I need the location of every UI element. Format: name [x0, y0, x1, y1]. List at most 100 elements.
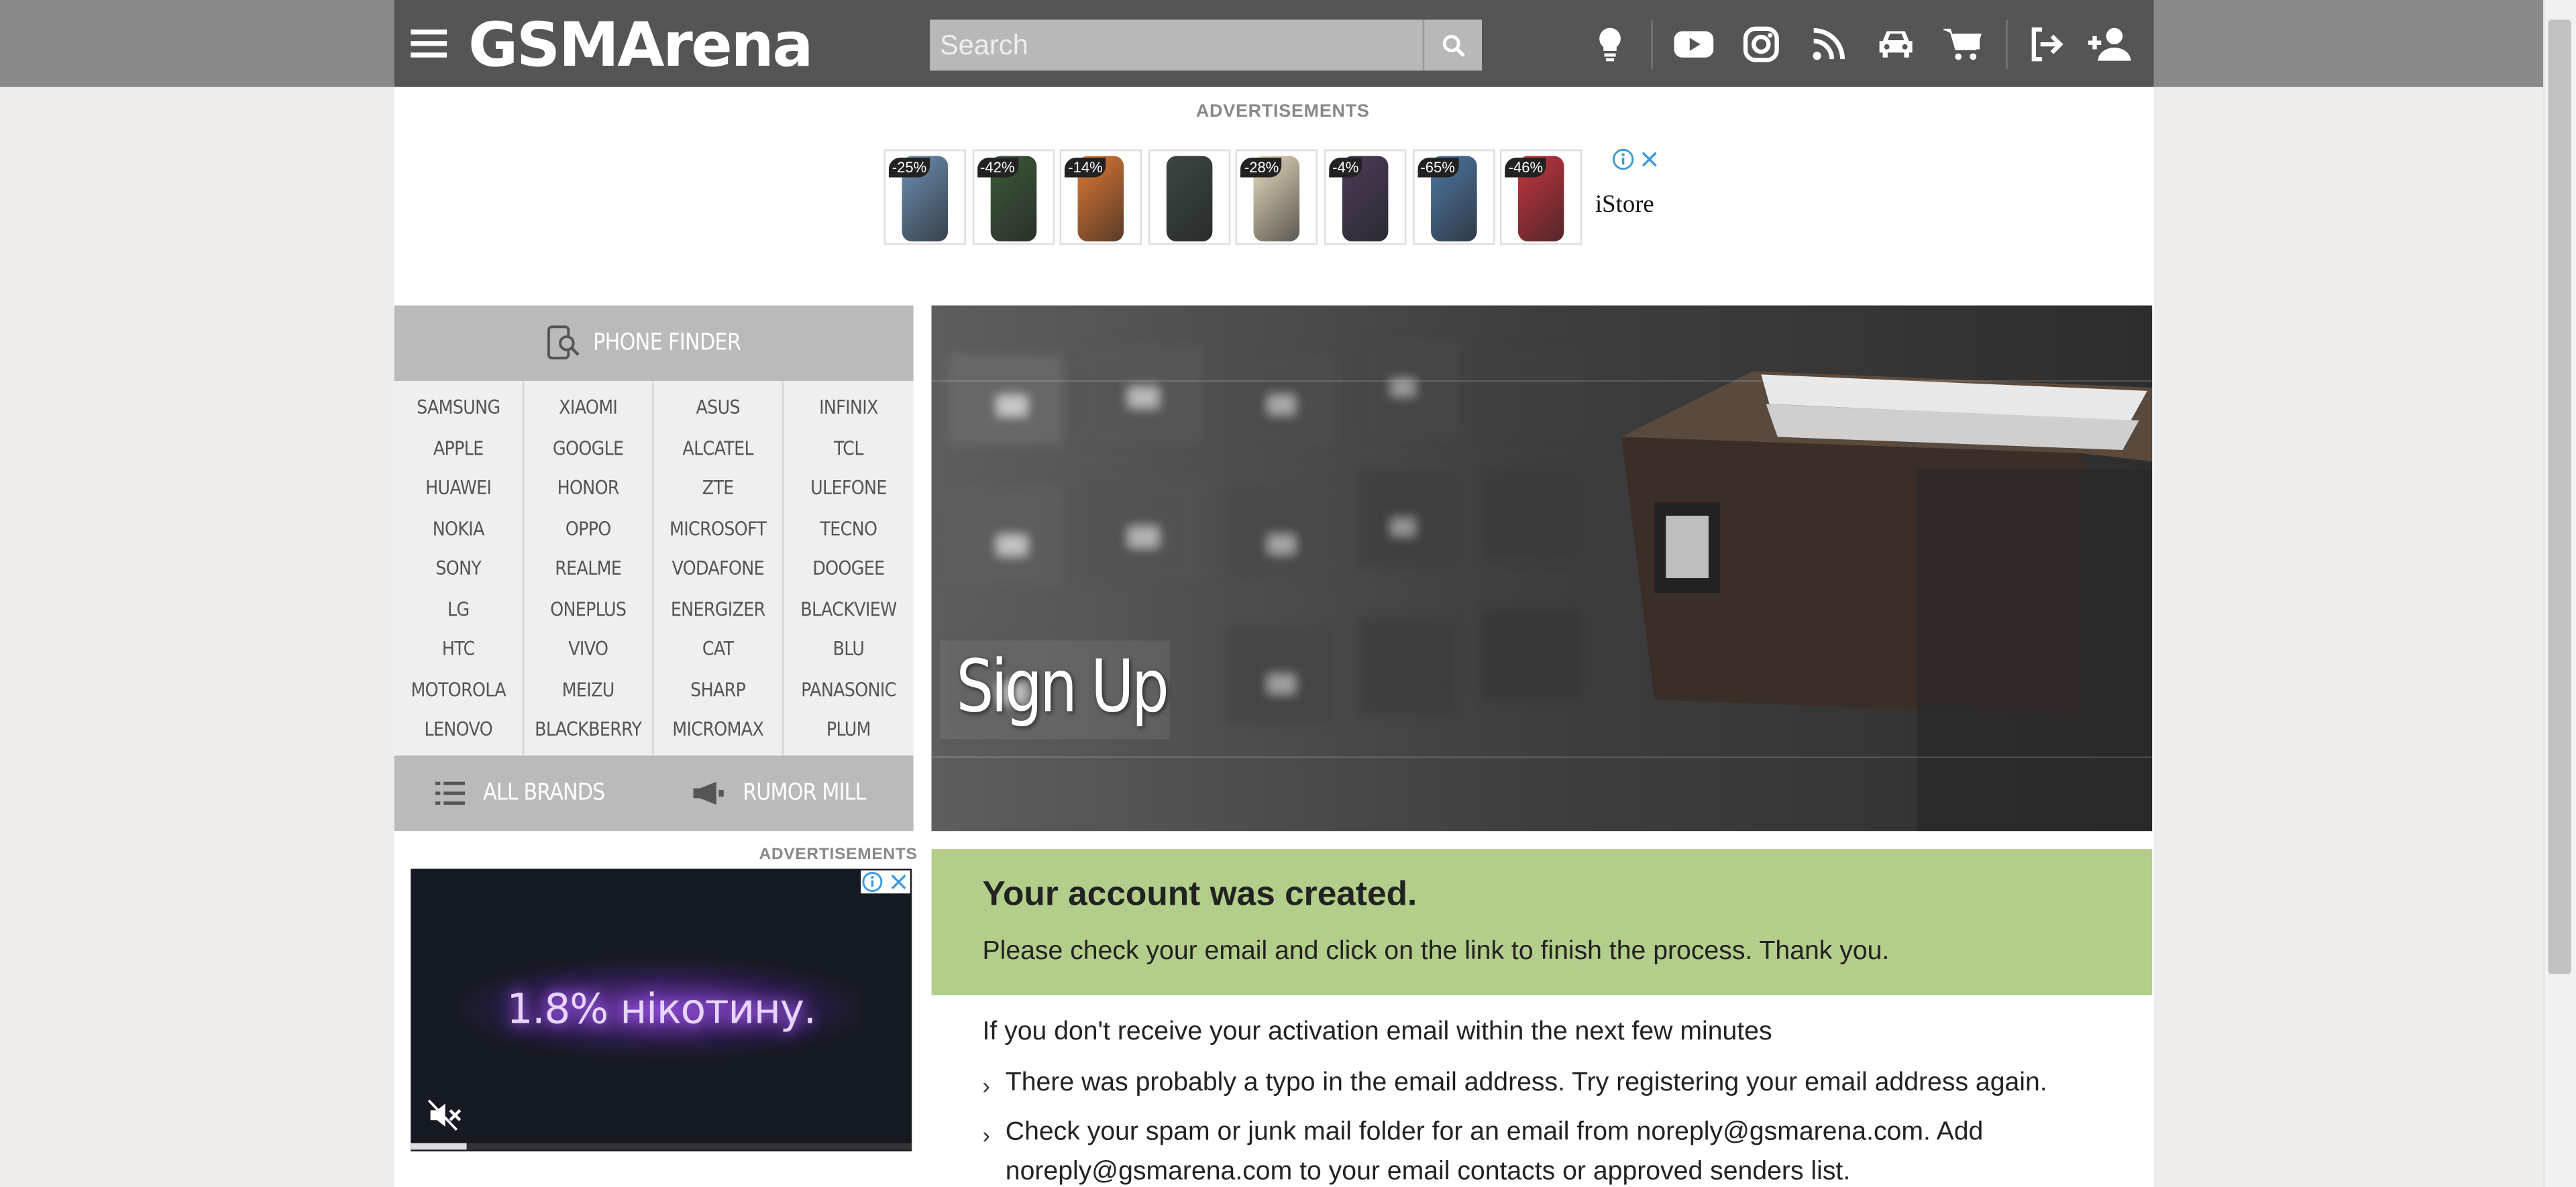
ad-label: ADVERTISEMENTS — [759, 846, 918, 864]
product-image — [1166, 156, 1212, 242]
info-panel: If you don't receive your activation ema… — [931, 995, 2153, 1187]
brand-link[interactable]: LENOVO — [400, 710, 516, 750]
discount-badge: -42% — [977, 158, 1018, 178]
brand-link[interactable]: VODAFONE — [660, 549, 775, 589]
rumor-mill-button[interactable]: RUMOR MILL — [654, 780, 914, 806]
ad-product[interactable]: -4% — [1324, 149, 1407, 245]
logo[interactable]: GSMArena — [468, 12, 822, 79]
brand-link[interactable]: BLACKVIEW — [790, 589, 907, 629]
brand-link[interactable]: PANASONIC — [790, 669, 907, 710]
page-title: Sign Up — [956, 645, 1169, 730]
info-bullet: Check your spam or junk mail folder for … — [1005, 1118, 1984, 1147]
ad-product[interactable] — [1148, 149, 1230, 245]
brand-link[interactable]: ZTE — [660, 468, 775, 508]
video-ad[interactable]: 1.8% нікотину. — [411, 868, 912, 1151]
ad-product[interactable]: -25% — [883, 149, 967, 245]
brand-link[interactable]: HUAWEI — [400, 468, 516, 508]
brand-link[interactable]: REALME — [531, 549, 646, 589]
rss-icon[interactable] — [1807, 23, 1850, 66]
discount-badge: -46% — [1505, 158, 1547, 178]
brand-link[interactable]: SONY — [400, 549, 516, 589]
chevron-right-icon: › — [982, 1121, 990, 1148]
divider — [1651, 19, 1653, 69]
ad-text: 1.8% нікотину. — [506, 985, 816, 1033]
video-progress-fill — [411, 1143, 467, 1150]
brand-link[interactable]: HONOR — [531, 468, 646, 508]
brand-list: SAMSUNG APPLE HUAWEI NOKIA SONY LG HTC MOTOROLA… — [394, 381, 914, 756]
info-intro: If you don't receive your activation ema… — [982, 1018, 1772, 1047]
youtube-icon[interactable] — [1672, 23, 1715, 66]
brand-link[interactable]: SAMSUNG — [400, 388, 516, 428]
sidebar-footer: ALL BRANDS RUMOR MILL — [394, 755, 914, 832]
megaphone-icon — [694, 781, 724, 805]
ad-brand[interactable]: iStore — [1595, 192, 1654, 221]
discount-badge: -4% — [1329, 158, 1362, 178]
brand-link[interactable]: OPPO — [531, 508, 646, 549]
rumor-mill-label: RUMOR MILL — [743, 780, 867, 807]
info-bullet: There was probably a typo in the email a… — [1005, 1069, 2047, 1097]
search-input[interactable] — [930, 19, 1423, 71]
brand-link[interactable]: ASUS — [660, 388, 775, 428]
ad-label: ADVERTISEMENTS — [1195, 101, 1370, 122]
add-user-icon[interactable] — [2086, 23, 2135, 66]
instagram-icon[interactable] — [1739, 23, 1782, 66]
brand-link[interactable]: BLU — [790, 629, 907, 669]
brand-link[interactable]: VIVO — [531, 629, 646, 669]
brand-link[interactable]: DOOGEE — [790, 549, 907, 589]
video-progress[interactable] — [411, 1143, 912, 1150]
login-icon[interactable] — [2026, 23, 2069, 66]
search-icon — [1442, 34, 1464, 56]
car-icon[interactable] — [1874, 23, 1917, 66]
brand-link[interactable]: MICROSOFT — [660, 508, 775, 549]
brand-link[interactable]: TECNO — [790, 508, 907, 549]
brand-link[interactable]: LG — [400, 589, 516, 629]
brand-link[interactable]: INFINIX — [790, 388, 907, 428]
chevron-right-icon: › — [982, 1072, 990, 1099]
brand-link[interactable]: ALCATEL — [660, 428, 775, 468]
brand-link[interactable]: HTC — [400, 629, 516, 669]
cart-icon[interactable] — [1942, 23, 1985, 66]
brand-link[interactable]: ONEPLUS — [531, 589, 646, 629]
mute-icon[interactable] — [427, 1098, 464, 1131]
ad-product[interactable]: -42% — [971, 149, 1055, 245]
all-brands-label: ALL BRANDS — [482, 780, 605, 807]
brand-link[interactable]: SHARP — [660, 669, 775, 710]
brand-link[interactable]: MEIZU — [531, 669, 646, 710]
ad-info-icon[interactable] — [1611, 148, 1658, 170]
discount-badge: -14% — [1065, 158, 1106, 178]
phone-finder-icon — [547, 325, 580, 359]
discount-badge: -65% — [1417, 158, 1458, 178]
brand-link[interactable]: ULEFONE — [790, 468, 907, 508]
ad-product[interactable]: -46% — [1500, 149, 1582, 245]
brand-link[interactable]: NOKIA — [400, 508, 516, 549]
brand-link[interactable]: TCL — [790, 428, 907, 468]
brand-link[interactable]: MOTOROLA — [400, 669, 516, 710]
scrollbar-thumb[interactable] — [2548, 19, 2571, 974]
brand-column: ASUS ALCATEL ZTE MICROSOFT VODAFONE ENERGIZER… — [654, 381, 784, 756]
info-bullet-continued: noreply@gsmarena.com to your email conta… — [1005, 1157, 1851, 1186]
phone-finder-title: PHONE FINDER — [592, 330, 741, 357]
lightbulb-icon[interactable] — [1589, 23, 1631, 66]
brand-link[interactable]: APPLE — [400, 428, 516, 468]
success-message: Your account was created. Please check y… — [931, 849, 2153, 996]
ad-info-close[interactable] — [861, 870, 910, 894]
menu-icon[interactable] — [411, 21, 450, 64]
success-text: Please check your email and click on the… — [982, 938, 1890, 966]
brand-link[interactable]: ENERGIZER — [660, 589, 775, 629]
ad-product[interactable]: -14% — [1060, 149, 1142, 245]
brand-link[interactable]: PLUM — [790, 710, 907, 750]
brand-column: XIAOMI GOOGLE HONOR OPPO REALME ONEPLUS VIVO ME… — [524, 381, 654, 756]
brand-link[interactable]: XIAOMI — [531, 388, 646, 428]
ad-product[interactable]: -65% — [1412, 149, 1495, 245]
discount-badge: -25% — [888, 158, 930, 178]
brand-link[interactable]: MICROMAX — [660, 710, 775, 750]
brand-column: INFINIX TCL ULEFONE TECNO DOOGEE BLACKVIEW BLU… — [784, 381, 913, 755]
all-brands-button[interactable]: ALL BRANDS — [394, 780, 654, 806]
phone-finder-button[interactable]: PHONE FINDER — [394, 305, 914, 382]
search-button[interactable] — [1422, 19, 1482, 71]
brand-link[interactable]: BLACKBERRY — [531, 710, 646, 750]
ad-product[interactable]: -28% — [1236, 149, 1319, 245]
brand-link[interactable]: CAT — [660, 629, 775, 669]
brand-link[interactable]: GOOGLE — [531, 428, 646, 468]
discount-badge: -28% — [1240, 158, 1283, 178]
